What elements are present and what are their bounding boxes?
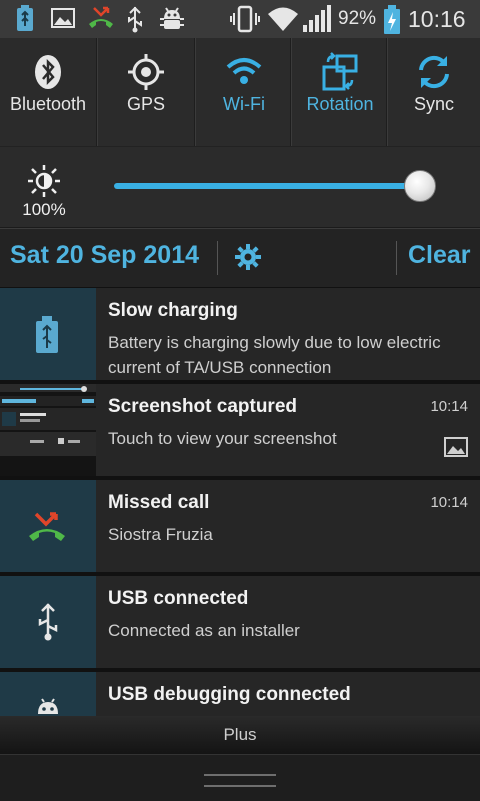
wifi-icon (224, 52, 264, 92)
notification-text: Siostra Fruzia (108, 525, 213, 544)
brightness-slider[interactable] (114, 183, 420, 189)
screenshot-thumbnail (0, 384, 96, 476)
notification-title: USB debugging connected (108, 684, 351, 705)
status-bar: 92% 10:16 (0, 0, 480, 38)
notification-time: 10:14 (430, 398, 468, 415)
battery-percent: 92% (338, 8, 377, 29)
usb-icon (126, 5, 144, 33)
toggle-bluetooth[interactable]: Bluetooth (0, 38, 96, 146)
notification-usb-connected[interactable]: USB connected Connected as an installer (0, 576, 480, 672)
toggle-label: Rotation (306, 94, 374, 114)
missed-call-icon (86, 5, 116, 31)
battery-usb-icon (34, 316, 60, 354)
toggle-label: Wi-Fi (223, 94, 265, 114)
notification-title: Slow charging (108, 300, 238, 321)
notification-title: Missed call (108, 492, 210, 513)
toggle-sync[interactable]: Sync (388, 38, 480, 146)
notification-icon-area (0, 480, 96, 572)
drag-handle[interactable] (204, 774, 276, 787)
image-icon (444, 436, 468, 458)
gps-icon (126, 52, 166, 92)
signal-icon (302, 5, 334, 33)
divider (396, 241, 397, 275)
brightness-percent: 100% (22, 200, 66, 219)
notification-text: Battery is charging slowly due to low el… (108, 333, 441, 377)
missed-call-icon (26, 510, 68, 544)
notification-text: Connected as an installer (108, 621, 300, 640)
panel-drag-area[interactable] (0, 754, 480, 801)
settings-gear-icon[interactable] (234, 243, 262, 271)
android-debug-icon (34, 698, 62, 716)
notification-slow-charging[interactable]: Slow charging Battery is charging slowly… (0, 288, 480, 384)
rotation-icon (320, 52, 360, 92)
quick-settings-panel: Bluetooth GPS Wi-Fi Rotation Sync (0, 38, 480, 147)
usb-icon (36, 602, 60, 642)
brightness-icon (26, 163, 62, 199)
notification-icon-area (0, 672, 96, 716)
image-icon (50, 5, 76, 31)
toggle-label: Sync (413, 94, 455, 114)
notification-title: USB connected (108, 588, 249, 609)
android-debug-icon (158, 5, 186, 33)
notification-usb-debugging[interactable]: USB debugging connected (0, 672, 480, 720)
notification-icon-area (0, 576, 96, 668)
clear-button[interactable]: Clear (408, 241, 471, 270)
carrier-bar: Plus (0, 716, 480, 754)
battery-charging-icon (382, 5, 402, 35)
notification-title: Screenshot captured (108, 396, 297, 417)
toggle-rotation[interactable]: Rotation (292, 38, 388, 146)
brightness-slider-thumb[interactable] (404, 170, 436, 202)
notification-screenshot[interactable]: Screenshot captured Touch to view your s… (0, 384, 480, 480)
toggle-label: GPS (126, 94, 165, 114)
notification-missed-call[interactable]: Missed call Siostra Fruzia 10:14 (0, 480, 480, 576)
toggle-label: Bluetooth (9, 94, 87, 114)
date-label: Sat 20 Sep 2014 (10, 241, 200, 269)
notification-time: 10:14 (430, 494, 468, 511)
date-bar: Sat 20 Sep 2014 Clear (0, 228, 480, 288)
notification-icon-area (0, 288, 96, 380)
sync-icon (414, 52, 454, 92)
wifi-icon (266, 5, 300, 33)
bluetooth-icon (28, 52, 68, 92)
divider (217, 241, 218, 275)
vibrate-icon (230, 5, 260, 33)
clock: 10:16 (408, 6, 466, 32)
notification-text: Touch to view your screenshot (108, 429, 337, 448)
toggle-gps[interactable]: GPS (98, 38, 194, 146)
toggle-wifi[interactable]: Wi-Fi (196, 38, 292, 146)
carrier-label: Plus (223, 725, 257, 744)
battery-charging-notification-icon (14, 5, 36, 33)
